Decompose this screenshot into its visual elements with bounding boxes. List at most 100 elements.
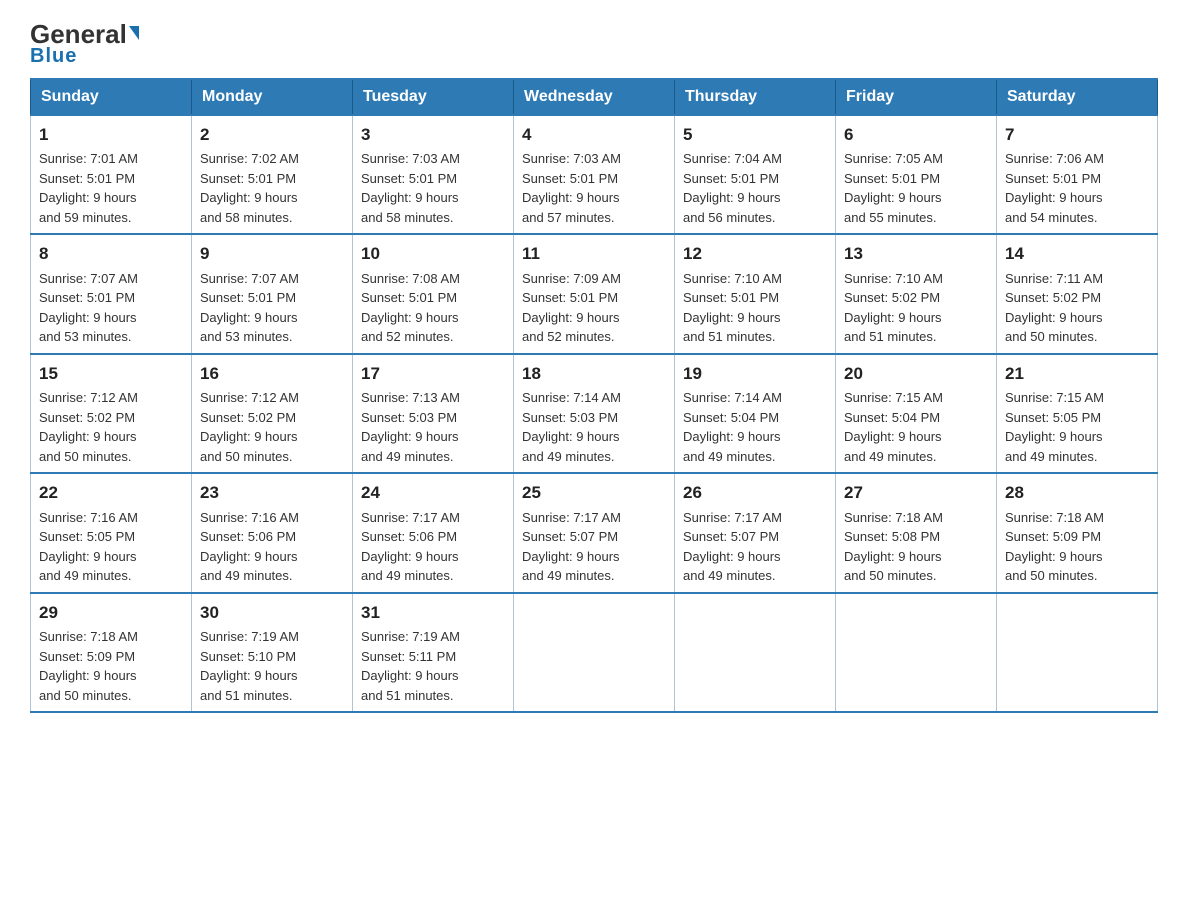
sunrise-text: Sunrise: 7:04 AM (683, 151, 782, 166)
calendar-cell: 14Sunrise: 7:11 AMSunset: 5:02 PMDayligh… (997, 234, 1158, 354)
sunrise-text: Sunrise: 7:18 AM (844, 510, 943, 525)
sunrise-text: Sunrise: 7:16 AM (39, 510, 138, 525)
daylight-text: Daylight: 9 hours (522, 429, 620, 444)
daylight-minutes-text: and 51 minutes. (683, 329, 776, 344)
sunrise-text: Sunrise: 7:19 AM (361, 629, 460, 644)
calendar-cell: 5Sunrise: 7:04 AMSunset: 5:01 PMDaylight… (675, 115, 836, 235)
calendar-cell: 29Sunrise: 7:18 AMSunset: 5:09 PMDayligh… (31, 593, 192, 713)
calendar-cell (836, 593, 997, 713)
daylight-minutes-text: and 51 minutes. (361, 688, 454, 703)
daylight-text: Daylight: 9 hours (200, 190, 298, 205)
calendar-cell: 10Sunrise: 7:08 AMSunset: 5:01 PMDayligh… (353, 234, 514, 354)
sunrise-text: Sunrise: 7:12 AM (200, 390, 299, 405)
day-number: 14 (1005, 241, 1149, 267)
daylight-text: Daylight: 9 hours (200, 310, 298, 325)
daylight-minutes-text: and 50 minutes. (39, 449, 132, 464)
daylight-minutes-text: and 49 minutes. (200, 568, 293, 583)
sunset-text: Sunset: 5:03 PM (361, 410, 457, 425)
day-number: 30 (200, 600, 344, 626)
day-number: 1 (39, 122, 183, 148)
sunrise-text: Sunrise: 7:02 AM (200, 151, 299, 166)
day-number: 21 (1005, 361, 1149, 387)
daylight-minutes-text: and 49 minutes. (522, 568, 615, 583)
calendar-cell: 1 Sunrise: 7:01 AM Sunset: 5:01 PM Daylight… (31, 115, 192, 235)
sunrise-text: Sunrise: 7:15 AM (844, 390, 943, 405)
daylight-minutes-text: and 57 minutes. (522, 210, 615, 225)
calendar-cell: 31Sunrise: 7:19 AMSunset: 5:11 PMDayligh… (353, 593, 514, 713)
sunrise-text: Sunrise: 7:19 AM (200, 629, 299, 644)
daylight-text: Daylight: 9 hours (1005, 429, 1103, 444)
daylight-minutes-text: and 49 minutes. (844, 449, 937, 464)
daylight-text: Daylight: 9 hours (522, 310, 620, 325)
calendar-week-row: 8Sunrise: 7:07 AMSunset: 5:01 PMDaylight… (31, 234, 1158, 354)
day-number: 10 (361, 241, 505, 267)
sunset-text: Sunset: 5:03 PM (522, 410, 618, 425)
sunrise-text: Sunrise: 7:17 AM (361, 510, 460, 525)
sunrise-text: Sunrise: 7:16 AM (200, 510, 299, 525)
sunrise-text: Sunrise: 7:09 AM (522, 271, 621, 286)
calendar-cell: 17Sunrise: 7:13 AMSunset: 5:03 PMDayligh… (353, 354, 514, 474)
sunset-text: Sunset: 5:01 PM (361, 171, 457, 186)
daylight-text: Daylight: 9 hours (361, 549, 459, 564)
day-number: 15 (39, 361, 183, 387)
daylight-minutes-text: and 52 minutes. (361, 329, 454, 344)
sunset-text: Sunset: 5:01 PM (522, 171, 618, 186)
day-number: 25 (522, 480, 666, 506)
calendar-cell: 3Sunrise: 7:03 AMSunset: 5:01 PMDaylight… (353, 115, 514, 235)
daylight-text: Daylight: 9 hours (1005, 549, 1103, 564)
calendar-cell: 23Sunrise: 7:16 AMSunset: 5:06 PMDayligh… (192, 473, 353, 593)
day-number: 17 (361, 361, 505, 387)
sunrise-text: Sunrise: 7:06 AM (1005, 151, 1104, 166)
sunrise-text: Sunrise: 7:11 AM (1005, 271, 1103, 286)
sunrise-text: Sunrise: 7:01 AM (39, 151, 138, 166)
day-number: 31 (361, 600, 505, 626)
calendar-cell: 19Sunrise: 7:14 AMSunset: 5:04 PMDayligh… (675, 354, 836, 474)
daylight-text: Daylight: 9 hours (39, 549, 137, 564)
daylight-minutes-text: and 51 minutes. (844, 329, 937, 344)
sunset-text: Sunset: 5:01 PM (200, 171, 296, 186)
daylight-minutes-text: and 49 minutes. (1005, 449, 1098, 464)
sunset-text: Sunset: 5:02 PM (39, 410, 135, 425)
daylight-minutes-text: and 52 minutes. (522, 329, 615, 344)
day-number: 4 (522, 122, 666, 148)
calendar-cell: 28Sunrise: 7:18 AMSunset: 5:09 PMDayligh… (997, 473, 1158, 593)
daylight-text: Daylight: 9 hours (683, 429, 781, 444)
sunrise-text: Sunrise: 7:18 AM (39, 629, 138, 644)
daylight-minutes-text: and 53 minutes. (39, 329, 132, 344)
daylight-text: Daylight: 9 hours (200, 549, 298, 564)
daylight-text: Daylight: 9 hours (361, 190, 459, 205)
daylight-minutes-text: and 50 minutes. (844, 568, 937, 583)
daylight-text: Daylight: 9 hours (39, 190, 137, 205)
logo-blue: Blue (30, 45, 77, 68)
calendar-cell: 26Sunrise: 7:17 AMSunset: 5:07 PMDayligh… (675, 473, 836, 593)
daylight-minutes-text: and 49 minutes. (39, 568, 132, 583)
daylight-minutes-text: and 55 minutes. (844, 210, 937, 225)
daylight-minutes-text: and 49 minutes. (361, 449, 454, 464)
sunset-text: Sunset: 5:02 PM (1005, 290, 1101, 305)
calendar-cell: 21Sunrise: 7:15 AMSunset: 5:05 PMDayligh… (997, 354, 1158, 474)
calendar-cell: 12Sunrise: 7:10 AMSunset: 5:01 PMDayligh… (675, 234, 836, 354)
sunset-text: Sunset: 5:01 PM (200, 290, 296, 305)
sunrise-text: Sunrise: 7:03 AM (361, 151, 460, 166)
daylight-minutes-text: and 49 minutes. (683, 449, 776, 464)
sunset-text: Sunset: 5:01 PM (1005, 171, 1101, 186)
sunset-text: Sunset: 5:05 PM (39, 529, 135, 544)
day-number: 24 (361, 480, 505, 506)
sunset-text: Sunset: 5:05 PM (1005, 410, 1101, 425)
day-number: 2 (200, 122, 344, 148)
calendar-week-row: 22Sunrise: 7:16 AMSunset: 5:05 PMDayligh… (31, 473, 1158, 593)
calendar-cell: 13Sunrise: 7:10 AMSunset: 5:02 PMDayligh… (836, 234, 997, 354)
weekday-header-saturday: Saturday (997, 79, 1158, 115)
sunset-text: Sunset: 5:01 PM (361, 290, 457, 305)
sunset-text: Sunset: 5:02 PM (844, 290, 940, 305)
day-number: 28 (1005, 480, 1149, 506)
day-number: 11 (522, 241, 666, 267)
calendar-cell: 24Sunrise: 7:17 AMSunset: 5:06 PMDayligh… (353, 473, 514, 593)
sunrise-text: Sunrise: 7:17 AM (522, 510, 621, 525)
sunrise-text: Sunrise: 7:10 AM (683, 271, 782, 286)
sunset-text: Sunset: 5:01 PM (683, 171, 779, 186)
daylight-minutes-text: and 59 minutes. (39, 210, 132, 225)
daylight-text: Daylight: 9 hours (844, 429, 942, 444)
sunset-text: Sunset: 5:01 PM (39, 171, 135, 186)
day-number: 27 (844, 480, 988, 506)
